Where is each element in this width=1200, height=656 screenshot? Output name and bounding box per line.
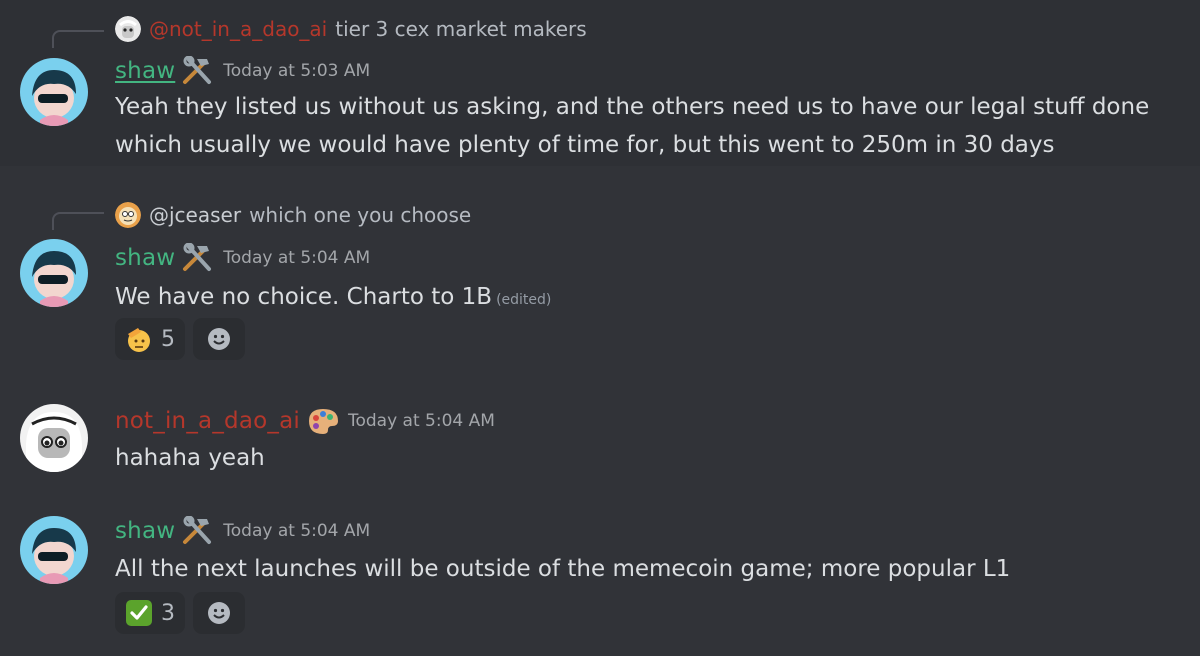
- message-item: not_in_a_dao_ai Today at 5:04 AM hahaha …: [0, 376, 1200, 496]
- shaw-avatar-icon: [20, 239, 88, 307]
- timestamp[interactable]: Today at 5:04 AM: [348, 411, 495, 431]
- username[interactable]: shaw: [115, 518, 175, 544]
- palette-icon: [306, 406, 340, 436]
- reaction-button[interactable]: 3: [115, 592, 185, 634]
- shaw-avatar-icon: [20, 516, 88, 584]
- avatar[interactable]: [20, 516, 88, 584]
- white-check-mark-icon: [126, 600, 152, 626]
- message-item: @not_in_a_dao_ai tier 3 cex market maker…: [0, 0, 1200, 166]
- timestamp[interactable]: Today at 5:03 AM: [223, 61, 370, 81]
- message-item: shaw Today at 5:04 AM All the next launc…: [0, 496, 1200, 656]
- username[interactable]: shaw: [115, 245, 175, 271]
- reaction-count: 3: [161, 600, 175, 626]
- avatar[interactable]: [20, 58, 88, 126]
- reply-username[interactable]: @not_in_a_dao_ai: [149, 17, 327, 41]
- message-header: shaw Today at 5:03 AM: [115, 56, 370, 86]
- chat-scroller: ↻ ✋ ✎ ◉ ⋮ @not_in_a_dao_ai tier 3 cex ma…: [0, 0, 1200, 656]
- hammer-wrench-icon: [181, 56, 215, 86]
- username[interactable]: shaw: [115, 58, 175, 84]
- avatar[interactable]: [20, 239, 88, 307]
- reply-text: tier 3 cex market makers: [335, 17, 587, 41]
- smiley-add-reaction-icon: [208, 328, 230, 350]
- reply-connector: [52, 30, 104, 48]
- smiley-add-reaction-icon: [208, 602, 230, 624]
- message-line: which usually we would have plenty of ti…: [115, 132, 1055, 158]
- shaw-avatar-icon: [20, 58, 88, 126]
- edited-label: (edited): [496, 292, 552, 308]
- reaction-button[interactable]: 5: [115, 318, 185, 360]
- message-content: hahaha yeah: [115, 439, 1195, 477]
- add-reaction-button[interactable]: [193, 318, 245, 360]
- reactions-bar: 5: [115, 318, 245, 360]
- message-text: hahaha yeah: [115, 445, 265, 471]
- message-content: All the next launches will be outside of…: [115, 550, 1195, 588]
- avatar-thumbnail-icon: [115, 16, 141, 42]
- message-content: We have no choice. Charto to 1B (edited): [115, 278, 1195, 319]
- message-line: Yeah they listed us without us asking, a…: [115, 94, 1150, 120]
- hammer-wrench-icon: [181, 243, 215, 273]
- avatar[interactable]: [20, 404, 88, 472]
- message-text: We have no choice. Charto to 1B: [115, 284, 493, 310]
- reply-avatar: [115, 202, 141, 228]
- timestamp[interactable]: Today at 5:04 AM: [223, 521, 370, 541]
- message-text: All the next launches will be outside of…: [115, 556, 1011, 582]
- message-header: not_in_a_dao_ai Today at 5:04 AM: [115, 406, 495, 436]
- reply-avatar: [115, 16, 141, 42]
- saluting-face-icon: [128, 328, 150, 352]
- avatar-thumbnail-icon: [115, 202, 141, 228]
- message-header: shaw Today at 5:04 AM: [115, 516, 370, 546]
- reply-preview[interactable]: @jceaser which one you choose: [115, 202, 471, 228]
- reply-text: which one you choose: [249, 203, 472, 227]
- reply-username[interactable]: @jceaser: [149, 203, 241, 227]
- message-content: Yeah they listed us without us asking, a…: [115, 88, 1195, 164]
- reply-connector: [52, 212, 104, 230]
- add-reaction-button[interactable]: [193, 592, 245, 634]
- reaction-count: 5: [161, 326, 175, 352]
- timestamp[interactable]: Today at 5:04 AM: [223, 248, 370, 268]
- reactions-bar: 3: [115, 592, 245, 634]
- dao-avatar-icon: [20, 404, 88, 472]
- message-item: @jceaser which one you choose shaw Today…: [0, 166, 1200, 376]
- username[interactable]: not_in_a_dao_ai: [115, 408, 300, 434]
- reply-preview[interactable]: @not_in_a_dao_ai tier 3 cex market maker…: [115, 16, 587, 42]
- message-header: shaw Today at 5:04 AM: [115, 243, 370, 273]
- hammer-wrench-icon: [181, 516, 215, 546]
